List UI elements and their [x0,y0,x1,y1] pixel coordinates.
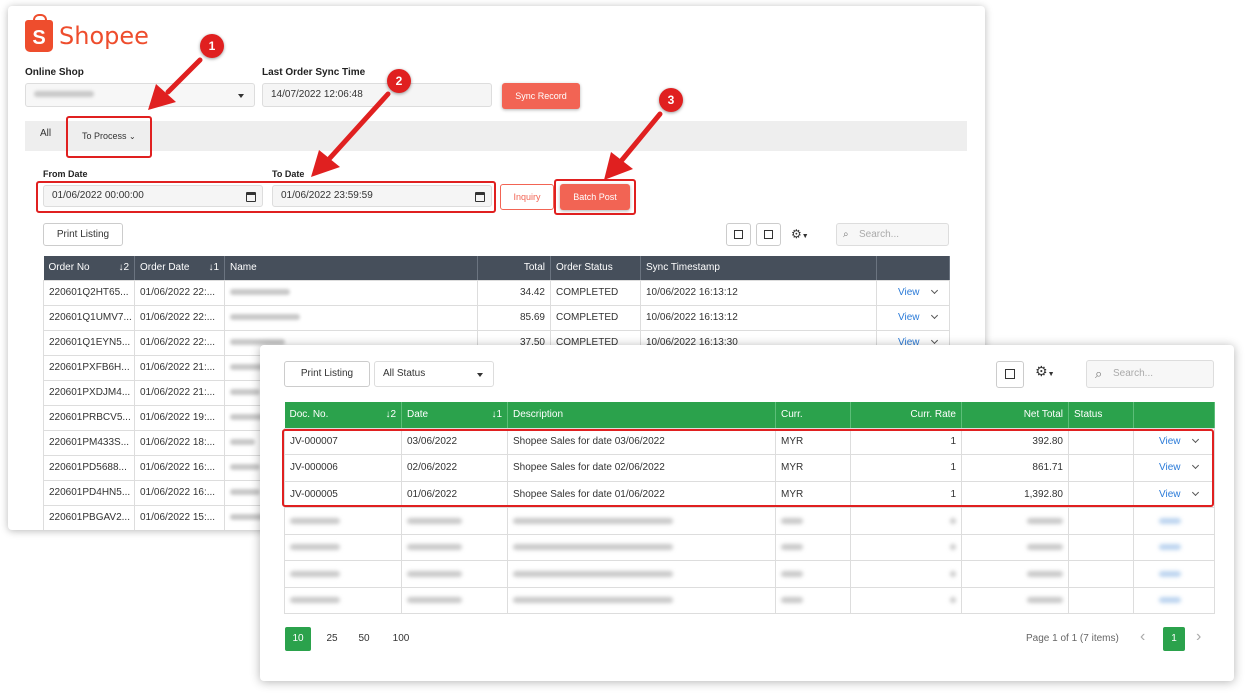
online-shop-label: Online Shop [25,67,84,78]
copy-button[interactable] [996,361,1024,388]
col-date[interactable]: Date ↓1 [401,402,508,429]
caret-down-icon: ▼ [801,233,809,240]
print-listing-button[interactable]: Print Listing [284,361,370,387]
col-sync-timestamp[interactable]: Sync Timestamp [640,256,877,281]
next-page-icon[interactable]: › [1196,628,1201,646]
copy-icon [1005,369,1015,379]
chevron-down-icon[interactable] [930,336,938,345]
name-redacted [230,289,290,296]
col-actions [1133,402,1215,429]
inquiry-button[interactable]: Inquiry [500,184,554,210]
col-status[interactable]: Status [1068,402,1134,429]
sort-desc-icon: ↓1 [491,409,502,421]
col-doc-no[interactable]: Doc. No. ↓2 [284,402,402,429]
col-currency[interactable]: Curr. [775,402,851,429]
col-actions [876,256,950,281]
table-row: 220601Q2HT65... 01/06/2022 22:... 34.42 COM… [43,280,950,306]
sort-desc-icon: ↓2 [385,409,396,421]
to-date-label: To Date [272,169,305,179]
gear-icon: ⚙ [1035,363,1048,379]
page-size-10[interactable]: 10 [285,627,311,651]
step-marker-3: 3 [659,88,683,112]
col-order-status[interactable]: Order Status [550,256,641,281]
caret-down-icon [477,373,483,377]
status-filter-value: All Status [383,368,426,379]
col-description[interactable]: Description [507,402,776,429]
sync-record-button[interactable]: Sync Record [502,83,580,109]
shopee-bag-icon: S [25,14,53,52]
tab-all[interactable]: All [40,128,51,139]
settings-button[interactable]: ⚙▼ [1035,363,1055,380]
caret-down-icon: ▼ [1047,371,1055,378]
chevron-down-icon[interactable] [930,311,938,320]
view-link[interactable]: View [898,287,920,298]
highlight-to-process [66,116,152,158]
table-row: 220601Q1UMV7... 01/06/2022 22:... 85.69 COM… [43,305,950,331]
copy-button[interactable] [756,223,781,246]
shop-name-redacted [34,91,94,98]
search-icon: ⌕ [843,229,849,240]
search-input[interactable]: ⌕ Search... [1086,360,1214,388]
name-redacted [230,314,300,321]
tab-bar [25,121,967,151]
page-size-50[interactable]: 50 [351,627,377,651]
shopee-logo: S Shopee [25,14,149,52]
gear-icon: ⚙ [791,227,802,241]
page-info: Page 1 of 1 (7 items) [1026,633,1119,644]
orders-header-row: Order No ↓2 Order Date ↓1 Name Total Order… [43,256,950,281]
copy-icon [764,230,773,239]
sort-desc-icon: ↓1 [208,262,219,274]
page-1-button[interactable]: 1 [1163,627,1185,651]
step-marker-1: 1 [200,34,224,58]
last-sync-field: 14/07/2022 12:06:48 [262,83,492,107]
from-date-label: From Date [43,169,88,179]
online-shop-select[interactable] [25,83,255,107]
col-order-date[interactable]: Order Date ↓1 [134,256,225,281]
export-icon [734,230,743,239]
step-marker-2: 2 [387,69,411,93]
col-total[interactable]: Total [477,256,551,281]
last-sync-label: Last Order Sync Time [262,67,366,78]
chevron-down-icon[interactable] [930,286,938,295]
view-link[interactable]: View [898,312,920,323]
highlight-posted-journals [282,429,1214,507]
page-size-25[interactable]: 25 [319,627,345,651]
table-row-blurred [284,534,1215,561]
col-curr-rate[interactable]: Curr. Rate [850,402,962,429]
chevron-down-icon [238,94,244,98]
export-button[interactable] [726,223,751,246]
search-placeholder: Search... [859,229,900,240]
search-placeholder: Search... [1113,368,1154,379]
table-row-blurred [284,507,1215,535]
journal-listing-panel: Print Listing All Status ⚙▼ ⌕ Search... … [260,345,1234,681]
sort-desc-icon: ↓2 [118,262,129,274]
logo-text: Shopee [59,22,149,50]
prev-page-icon[interactable]: ‹ [1140,628,1145,646]
journal-header-row: Doc. No. ↓2 Date ↓1 Description Curr. Curr… [284,402,1215,429]
table-row-blurred [284,587,1215,614]
print-listing-button[interactable]: Print Listing [43,223,123,246]
highlight-batch-post [554,179,636,215]
col-name[interactable]: Name [224,256,478,281]
col-order-no[interactable]: Order No ↓2 [43,256,135,281]
highlight-date-range [36,181,496,213]
page-size-100[interactable]: 100 [386,627,416,651]
search-input[interactable]: ⌕ Search... [836,223,949,246]
table-row-blurred [284,560,1215,588]
search-icon: ⌕ [1095,366,1103,381]
status-filter-select[interactable]: All Status [374,361,494,387]
settings-button[interactable]: ⚙▼ [791,227,809,241]
col-net-total[interactable]: Net Total [961,402,1069,429]
